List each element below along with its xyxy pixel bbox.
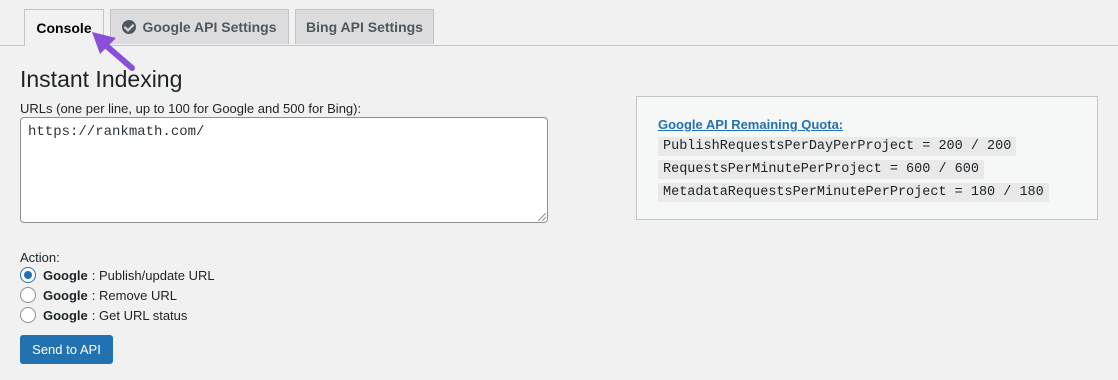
radio-remove[interactable] [20,287,36,303]
action-option-publish[interactable]: Google: Publish/update URL [20,267,215,283]
action-option-status[interactable]: Google: Get URL status [20,307,187,323]
radio-publish[interactable] [20,267,36,283]
quota-panel: Google API Remaining Quota: PublishReque… [636,96,1098,220]
quota-line-publish: PublishRequestsPerDayPerProject = 200 / … [658,137,1017,156]
action-engine-label: Google [43,267,88,283]
action-option-text: : Publish/update URL [91,267,215,283]
radio-status[interactable] [20,307,36,323]
action-option-remove[interactable]: Google: Remove URL [20,287,177,303]
action-label: Action: [20,250,60,265]
resize-grip-icon[interactable] [538,213,546,221]
action-option-text: : Remove URL [91,287,178,303]
tab-bar: Console Google API Settings Bing API Set… [0,0,1118,46]
tab-bing-api-settings-label: Bing API Settings [306,19,423,35]
quota-line-requests: RequestsPerMinutePerProject = 600 / 600 [658,160,984,179]
quota-line-metadata: MetadataRequestsPerMinutePerProject = 18… [658,183,1049,202]
urls-label: URLs (one per line, up to 100 for Google… [20,101,362,116]
tab-console-label: Console [36,20,92,36]
tab-google-api-settings-label: Google API Settings [142,19,277,35]
action-engine-label: Google [43,287,88,303]
urls-textarea[interactable]: https://rankmath.com/ [20,117,548,223]
annotation-arrow-icon [92,32,135,71]
quota-title-link[interactable]: Google API Remaining Quota: [658,117,843,132]
tab-bing-api-settings[interactable]: Bing API Settings [295,9,434,44]
send-to-api-button[interactable]: Send to API [20,335,113,364]
action-engine-label: Google [43,307,88,323]
action-option-text: : Get URL status [91,307,188,323]
